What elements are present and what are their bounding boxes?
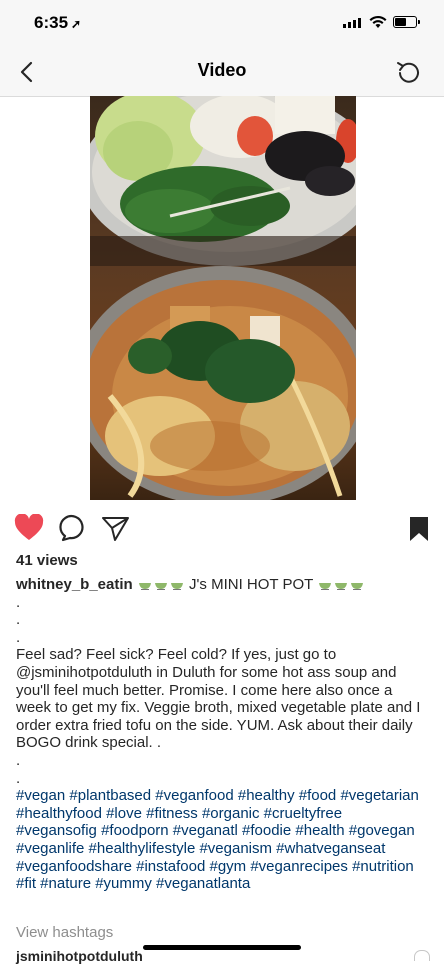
username-link[interactable]: whitney_b_eatin [16, 576, 133, 593]
cellular-signal-icon [343, 18, 361, 28]
heart-icon[interactable] [14, 514, 44, 542]
bookmark-icon[interactable] [404, 514, 434, 542]
caption-header: whitney_b_eatin J's MINI HOT POT [16, 576, 426, 594]
page-title: Video [197, 60, 247, 80]
caption-dot: . [16, 593, 21, 611]
post-actions [0, 506, 444, 550]
caption-dot: . [16, 628, 21, 646]
view-hashtags-link[interactable]: View hashtags [16, 924, 113, 941]
share-icon[interactable] [101, 514, 131, 542]
hashtag-list[interactable]: #vegan #plantbased #veganfood #healthy #… [16, 787, 426, 893]
status-time: 6:35 ➚ [34, 13, 82, 32]
home-indicator[interactable] [143, 945, 301, 950]
view-count: 41 views [16, 552, 78, 569]
caption-dot: . [16, 751, 21, 769]
caption-body: Feel sad? Feel sick? Feel cold? If yes, … [16, 646, 421, 752]
like-comment-icon[interactable] [414, 950, 430, 961]
caption-title: J's MINI HOT POT [189, 576, 314, 593]
caption-dot: . [16, 769, 21, 787]
next-comment-username[interactable]: jsminihotpotduluth [16, 948, 143, 964]
caption-dot: . [16, 611, 21, 629]
post-video[interactable] [90, 96, 356, 500]
battery-icon [393, 16, 420, 28]
post-caption: whitney_b_eatin J's MINI HOT POT . . . F… [16, 576, 426, 893]
soup-bowl-emoji-icon [137, 576, 189, 593]
soup-bowl-emoji-icon [317, 576, 365, 593]
nav-bar: Video [0, 46, 444, 97]
comment-icon[interactable] [57, 514, 87, 542]
refresh-icon[interactable] [394, 58, 424, 86]
hot-pot-photo [90, 96, 356, 500]
location-arrow-icon: ➚ [71, 17, 82, 31]
wifi-icon [369, 15, 387, 28]
status-bar: 6:35 ➚ [0, 0, 444, 46]
